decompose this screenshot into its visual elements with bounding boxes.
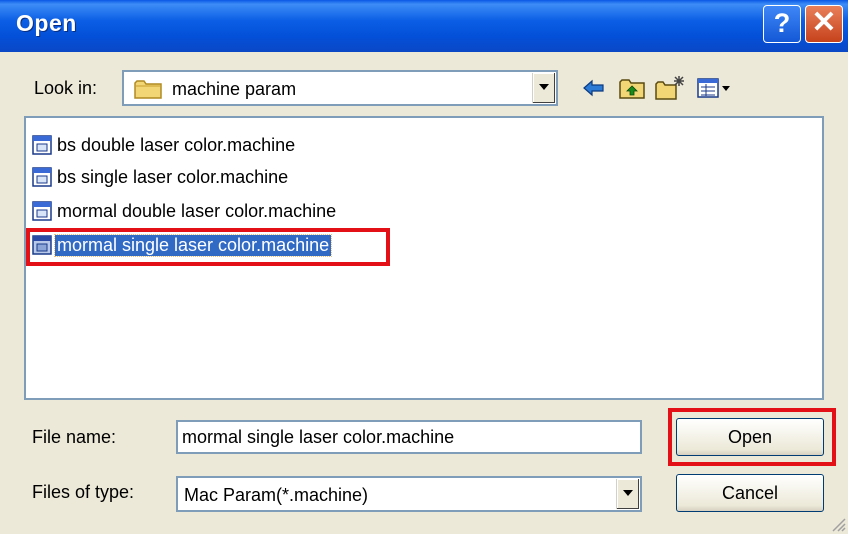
file-name-label: File name: xyxy=(32,427,117,447)
selection-highlight-frame xyxy=(26,228,390,266)
cancel-button[interactable]: Cancel xyxy=(676,474,824,512)
view-menu-icon[interactable] xyxy=(696,74,736,102)
close-button[interactable]: ✕ xyxy=(805,5,843,43)
file-name-input[interactable] xyxy=(178,422,640,452)
file-name-label: bs single laser color.machine xyxy=(57,166,289,187)
machine-file-icon xyxy=(32,201,52,221)
open-dialog: Open ? ✕ Look in: machine param bs doubl… xyxy=(0,0,848,534)
help-button[interactable]: ? xyxy=(763,5,801,43)
title-bar[interactable]: Open ? ✕ xyxy=(0,0,848,52)
file-item[interactable]: mormal double laser color.machine xyxy=(32,198,338,224)
file-type-select[interactable]: Mac Param(*.machine) xyxy=(176,476,642,512)
folder-icon xyxy=(134,78,164,100)
machine-file-icon xyxy=(32,135,52,155)
file-type-dropdown-button[interactable] xyxy=(616,479,639,509)
look-in-label: Look in: xyxy=(34,78,98,98)
file-name-label: bs double laser color.machine xyxy=(57,134,296,155)
up-folder-icon[interactable] xyxy=(618,74,646,102)
file-item[interactable]: bs double laser color.machine xyxy=(32,132,297,158)
new-folder-icon[interactable] xyxy=(654,74,686,102)
file-type-label: Files of type: xyxy=(32,482,135,502)
look-in-dropdown-button[interactable] xyxy=(532,73,555,103)
back-arrow-icon[interactable] xyxy=(582,74,606,102)
dialog-title: Open xyxy=(16,10,77,36)
open-button-highlight-frame xyxy=(668,408,836,466)
resize-grip-icon[interactable] xyxy=(828,514,846,532)
look-in-select[interactable]: machine param xyxy=(122,70,558,106)
file-name-field[interactable] xyxy=(176,420,642,454)
file-type-value: Mac Param(*.machine) xyxy=(184,485,369,505)
machine-file-icon xyxy=(32,167,52,187)
look-in-value: machine param xyxy=(172,79,297,99)
file-item[interactable]: bs single laser color.machine xyxy=(32,164,290,190)
file-name-label: mormal double laser color.machine xyxy=(57,200,337,221)
